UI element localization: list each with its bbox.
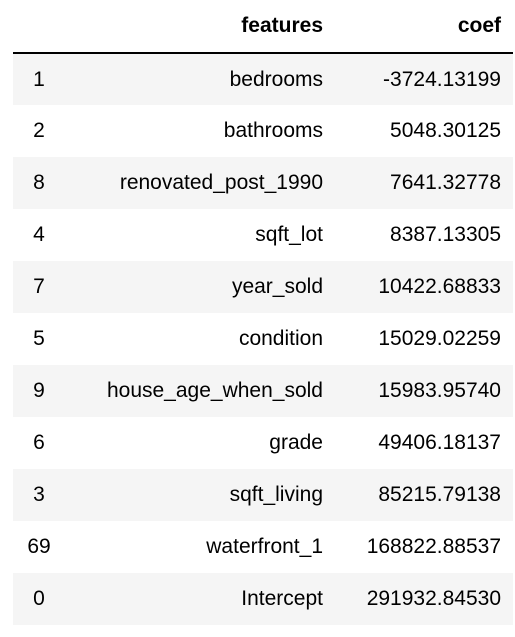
feature-cell: Intercept — [241, 587, 323, 610]
coef-cell: 168822.88537 — [366, 535, 501, 558]
coef-column-header: coef — [335, 0, 513, 54]
feature-cell: sqft_living — [229, 483, 323, 506]
coef-cell: 49406.18137 — [378, 431, 501, 454]
coef-cell: 10422.68833 — [378, 275, 501, 298]
coef-cell: 7641.32778 — [390, 171, 501, 194]
row-index: 69 — [27, 535, 51, 558]
feature-cell: condition — [238, 327, 323, 350]
table-row: 3 sqft_living 85215.79138 — [13, 469, 513, 521]
feature-cell: renovated_post_1990 — [119, 171, 323, 194]
table-row: 5 condition 15029.02259 — [13, 313, 513, 365]
row-index: 5 — [33, 327, 45, 350]
feature-cell: bathrooms — [223, 119, 323, 142]
row-index: 9 — [33, 379, 45, 402]
feature-cell: house_age_when_sold — [106, 379, 323, 402]
coef-cell: 8387.13305 — [390, 223, 501, 246]
coef-cell: 15029.02259 — [378, 327, 501, 350]
table-row: 2 bathrooms 5048.30125 — [13, 105, 513, 157]
row-index: 0 — [33, 587, 45, 610]
table-row: 0 Intercept 291932.84530 — [13, 573, 513, 625]
coef-cell: 85215.79138 — [378, 483, 501, 506]
feature-cell: year_sold — [231, 275, 323, 298]
features-column-header: features — [65, 0, 335, 54]
table-row: 1 bedrooms -3724.13199 — [13, 53, 513, 105]
feature-cell: waterfront_1 — [206, 535, 323, 558]
coefficients-table: features coef 1 bedrooms -3724.13199 2 b… — [13, 0, 513, 625]
table-row: 6 grade 49406.18137 — [13, 417, 513, 469]
feature-cell: grade — [269, 431, 323, 454]
dataframe-output: features coef 1 bedrooms -3724.13199 2 b… — [13, 0, 513, 625]
row-index: 6 — [33, 431, 45, 454]
coef-cell: 15983.95740 — [378, 379, 501, 402]
row-index: 7 — [33, 275, 45, 298]
index-column-header — [13, 0, 65, 54]
feature-cell: bedrooms — [229, 67, 323, 91]
coef-cell: 5048.30125 — [390, 119, 501, 142]
table-row: 7 year_sold 10422.68833 — [13, 261, 513, 313]
table-row: 4 sqft_lot 8387.13305 — [13, 209, 513, 261]
table-body: 1 bedrooms -3724.13199 2 bathrooms 5048.… — [13, 53, 513, 625]
row-index: 4 — [33, 223, 45, 246]
coef-cell: 291932.84530 — [366, 587, 501, 610]
header-row: features coef — [13, 0, 513, 54]
feature-cell: sqft_lot — [255, 223, 323, 246]
row-index: 8 — [33, 171, 45, 194]
table-row: 69 waterfront_1 168822.88537 — [13, 521, 513, 573]
coef-cell: -3724.13199 — [383, 67, 501, 91]
table-header: features coef — [13, 0, 513, 54]
table-row: 8 renovated_post_1990 7641.32778 — [13, 157, 513, 209]
table-row: 9 house_age_when_sold 15983.95740 — [13, 365, 513, 417]
row-index: 2 — [33, 119, 45, 142]
row-index: 1 — [33, 67, 45, 91]
row-index: 3 — [33, 483, 45, 506]
